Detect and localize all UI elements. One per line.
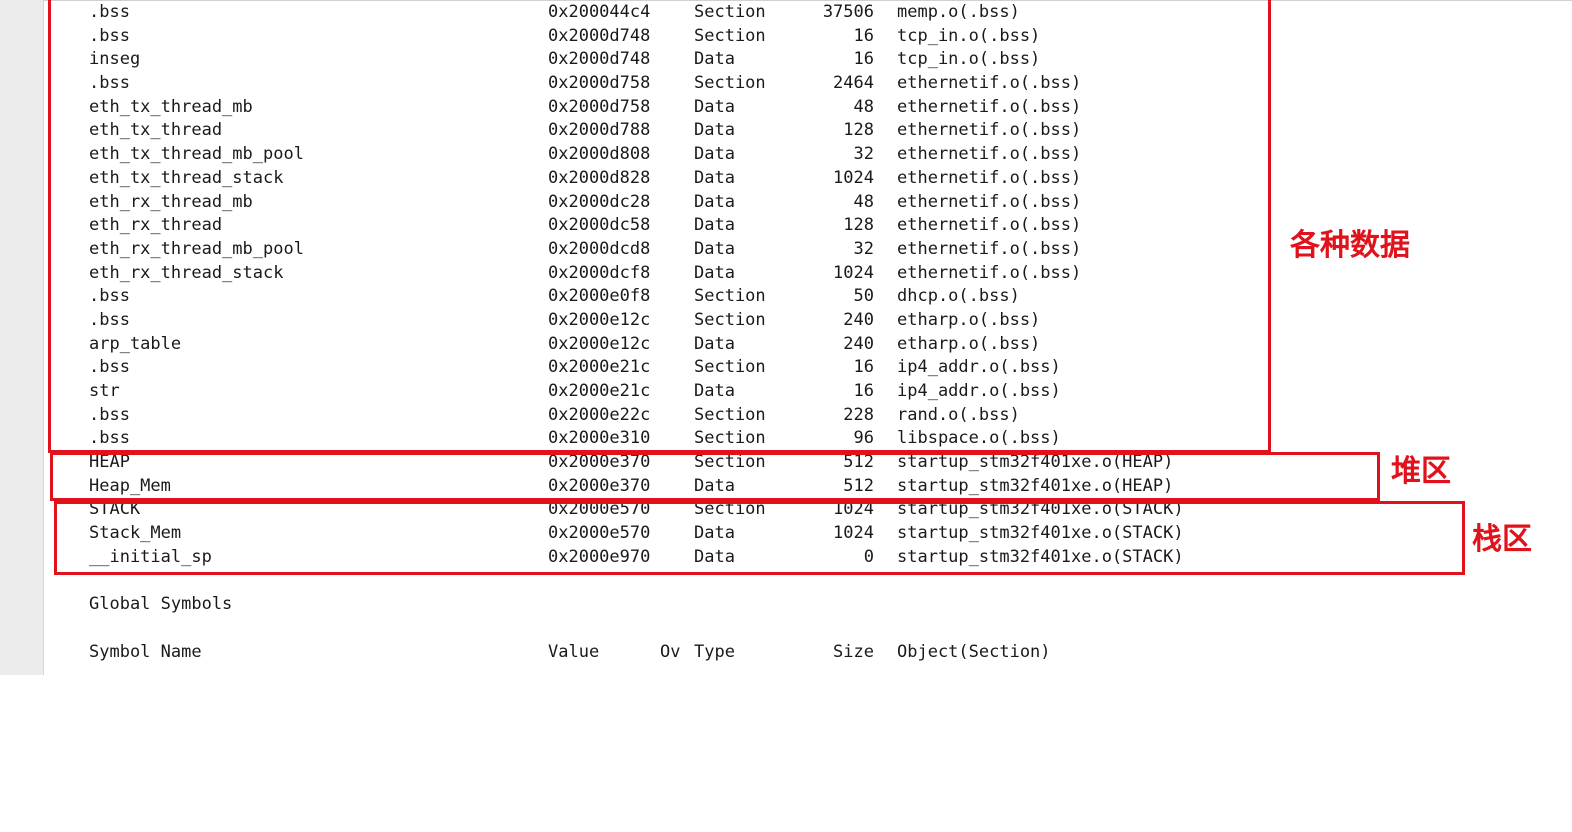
- blank-row: [0, 616, 1572, 640]
- stack-region-box: [54, 501, 1465, 575]
- data-region-label: 各种数据: [1290, 228, 1410, 263]
- column-header-size: Size: [833, 642, 874, 662]
- column-header-value: Value: [548, 642, 600, 662]
- stack-region-label: 栈区: [1472, 522, 1532, 557]
- heap-region-label: 堆区: [1391, 454, 1451, 489]
- global-symbols-heading: Global Symbols: [89, 594, 233, 614]
- column-header-symbol-name: Symbol Name: [89, 642, 202, 662]
- column-header-ov: Ov: [660, 642, 681, 662]
- heap-region-box: [50, 452, 1380, 501]
- column-header-object-section: Object(Section): [897, 642, 1051, 662]
- global-symbols-heading-row: Global Symbols: [0, 592, 1572, 616]
- data-region-box: [48, 0, 1271, 453]
- column-header-row: Symbol Name Value Ov Type Size Object(Se…: [0, 640, 1572, 664]
- column-header-type: Type: [694, 642, 735, 662]
- global-symbols-section: Global Symbols Symbol Name Value Ov Type…: [0, 592, 1572, 664]
